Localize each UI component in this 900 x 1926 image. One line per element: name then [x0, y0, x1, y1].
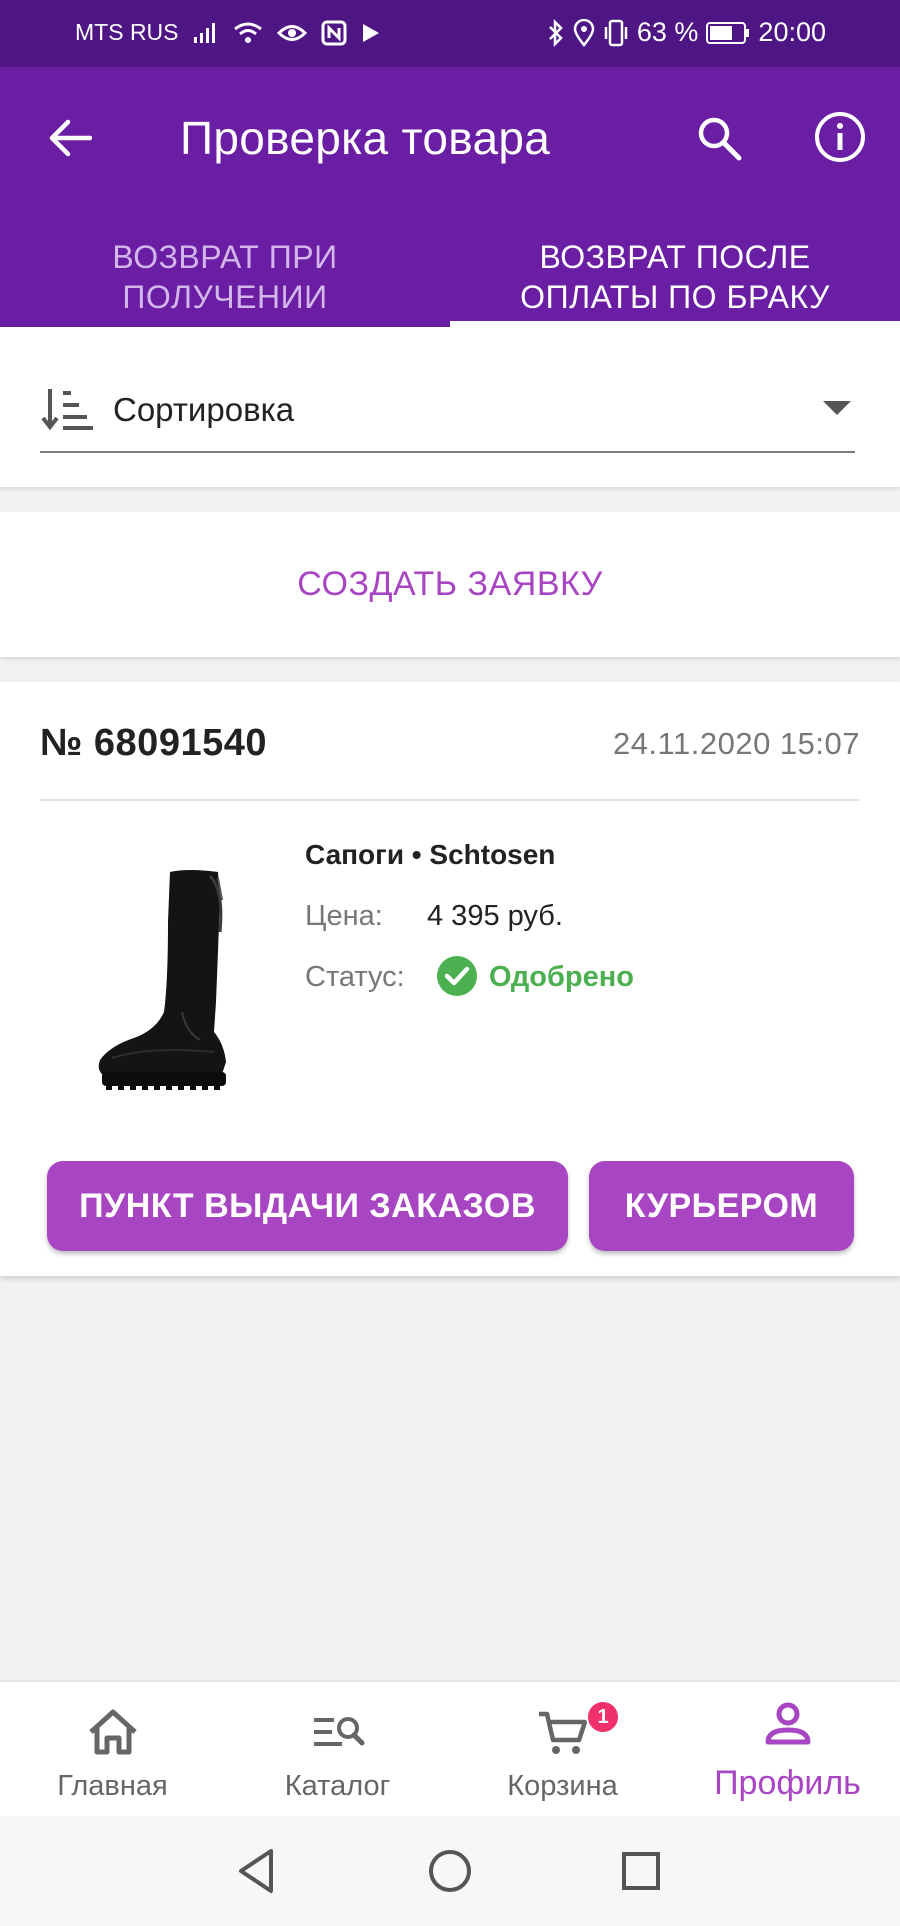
- tab-label-line2: ОПЛАТЫ ПО БРАКУ: [520, 279, 830, 315]
- product-name: Сапоги • Schtosen: [305, 839, 556, 870]
- nav-label: Корзина: [507, 1770, 618, 1802]
- info-icon: [815, 112, 865, 162]
- tab-return-on-receipt[interactable]: ВОЗВРАТ ПРИ ПОЛУЧЕНИИ: [0, 227, 450, 327]
- catalog-search-icon: [313, 1717, 364, 1746]
- tab-label-line2: ПОЛУЧЕНИИ: [122, 279, 328, 315]
- nav-item-cart[interactable]: 1 Корзина: [450, 1682, 675, 1816]
- order-number: № 68091540: [40, 722, 267, 764]
- system-home-icon[interactable]: [420, 1841, 480, 1901]
- nav-label: Профиль: [714, 1764, 861, 1802]
- tab-label: ВОЗВРАТ ПРИ ПОЛУЧЕНИИ: [112, 237, 337, 317]
- sort-label: Сортировка: [113, 391, 295, 428]
- clock: 20:00: [758, 17, 826, 47]
- search-icon: [698, 117, 742, 161]
- nav-label: Каталог: [284, 1770, 391, 1802]
- cart-badge: 1: [586, 1700, 620, 1734]
- play-icon: [361, 22, 381, 44]
- back-arrow-icon: [49, 119, 92, 157]
- tab-label: ВОЗВРАТ ПОСЛЕ ОПЛАТЫ ПО БРАКУ: [520, 237, 830, 317]
- system-back-icon[interactable]: [227, 1841, 287, 1901]
- tab-bar: ВОЗВРАТ ПРИ ПОЛУЧЕНИИ ВОЗВРАТ ПОСЛЕ ОПЛА…: [0, 227, 900, 327]
- sort-panel: Сортировка: [0, 327, 900, 487]
- page-title: Проверка товара: [180, 112, 551, 164]
- info-button[interactable]: [810, 107, 870, 167]
- system-recents-icon[interactable]: [611, 1841, 671, 1901]
- system-navigation-bar: [0, 1816, 900, 1926]
- nfc-icon: [321, 20, 347, 46]
- search-button[interactable]: [690, 109, 748, 167]
- signal-icon: [193, 22, 219, 44]
- profile-icon: [765, 1702, 810, 1745]
- divider: [40, 799, 860, 801]
- location-icon: [573, 18, 595, 47]
- home-icon: [88, 1709, 137, 1755]
- status-bar: MTS RUS 63 % 20:00: [0, 0, 900, 67]
- status-bar-right: 63 % 20:00: [547, 17, 826, 48]
- tab-return-after-payment[interactable]: ВОЗВРАТ ПОСЛЕ ОПЛАТЫ ПО БРАКУ: [450, 227, 900, 327]
- tab-label-line1: ВОЗВРАТ ПОСЛЕ: [539, 239, 811, 275]
- app-bar: Проверка товара ВОЗВРАТ ПРИ ПОЛУЧЕНИИ ВО…: [0, 67, 900, 327]
- nav-item-catalog[interactable]: Каталог: [225, 1682, 450, 1816]
- sort-dropdown[interactable]: Сортировка: [40, 377, 855, 453]
- eye-icon: [276, 22, 307, 44]
- status-bar-left: MTS RUS: [75, 19, 381, 46]
- bluetooth-icon: [547, 18, 565, 47]
- dropdown-arrow-icon: [823, 401, 851, 415]
- create-request-button[interactable]: СОЗДАТЬ ЗАЯВКУ: [297, 565, 603, 604]
- pickup-point-button[interactable]: ПУНКТ ВЫДАЧИ ЗАКАЗОВ: [47, 1161, 568, 1251]
- back-button[interactable]: [40, 109, 98, 167]
- courier-button[interactable]: КУРЬЕРОМ: [589, 1161, 854, 1251]
- battery-icon: [706, 21, 750, 45]
- wifi-icon: [233, 21, 263, 45]
- vibrate-icon: [603, 19, 629, 47]
- price-label: Цена:: [305, 900, 383, 932]
- status-value: Одобрено: [489, 961, 634, 993]
- tab-label-line1: ВОЗВРАТ ПРИ: [112, 239, 338, 275]
- create-request-panel: СОЗДАТЬ ЗАЯВКУ: [0, 512, 900, 657]
- cart-icon: [538, 1711, 587, 1754]
- sort-icon: [41, 389, 93, 431]
- price-value: 4 395 руб.: [427, 900, 563, 932]
- order-card: № 68091540 24.11.2020 15:07 Сапоги • Sch…: [0, 682, 900, 1276]
- nav-item-home[interactable]: Главная: [0, 1682, 225, 1816]
- nav-item-profile[interactable]: Профиль: [675, 1682, 900, 1816]
- carrier-name: MTS RUS: [75, 19, 179, 45]
- boot-image: [98, 870, 226, 1090]
- status-label: Статус:: [305, 961, 405, 993]
- check-circle-icon: [437, 956, 477, 996]
- battery-percent: 63 %: [636, 17, 699, 47]
- order-date: 24.11.2020 15:07: [612, 726, 860, 761]
- nav-label: Главная: [57, 1770, 168, 1802]
- bottom-navigation: Главная Каталог 1 Корзина Профиль: [0, 1682, 900, 1816]
